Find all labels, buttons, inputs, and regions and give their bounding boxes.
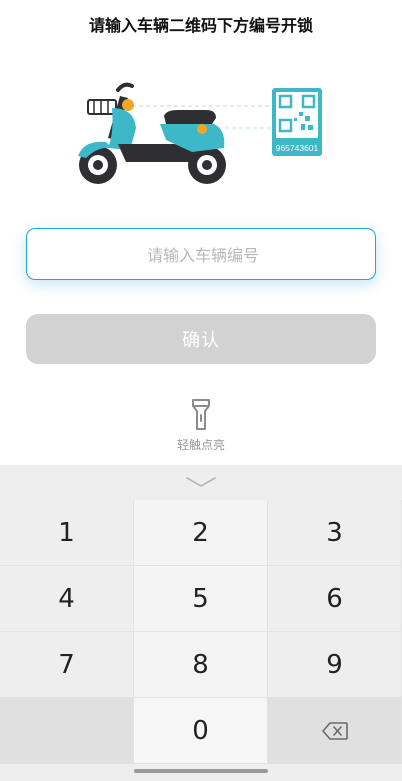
key-1[interactable]: 1 [0, 500, 134, 566]
confirm-button[interactable]: 确认 [26, 314, 376, 364]
key-6[interactable]: 6 [268, 566, 402, 632]
key-blank [0, 698, 134, 764]
key-9[interactable]: 9 [268, 632, 402, 698]
key-2[interactable]: 2 [134, 500, 268, 566]
key-5[interactable]: 5 [134, 566, 268, 632]
scooter-qr-illustration: 965743601 [74, 78, 334, 190]
flashlight-icon [192, 399, 210, 430]
qr-code-number: 965743601 [276, 143, 319, 153]
key-4[interactable]: 4 [0, 566, 134, 632]
key-0[interactable]: 0 [134, 698, 268, 764]
chevron-down-icon[interactable] [185, 475, 217, 489]
page-title: 请输入车辆二维码下方编号开锁 [88, 16, 313, 35]
key-8[interactable]: 8 [134, 632, 268, 698]
key-7[interactable]: 7 [0, 632, 134, 698]
qr-code-card: 965743601 [272, 88, 322, 156]
vehicle-number-field[interactable] [26, 228, 379, 281]
vehicle-number-input[interactable] [27, 229, 379, 281]
keypad-grid: 1 2 3 4 5 6 7 8 9 0 [0, 500, 402, 764]
flashlight-label: 轻触点亮 [176, 438, 225, 452]
flashlight-button[interactable]: 轻触点亮 [151, 398, 251, 456]
backspace-icon [321, 721, 348, 740]
home-indicator[interactable] [134, 769, 268, 773]
key-3[interactable]: 3 [268, 500, 402, 566]
delete-key[interactable] [268, 698, 402, 764]
scooter-illustration: 965743601 [78, 82, 322, 184]
